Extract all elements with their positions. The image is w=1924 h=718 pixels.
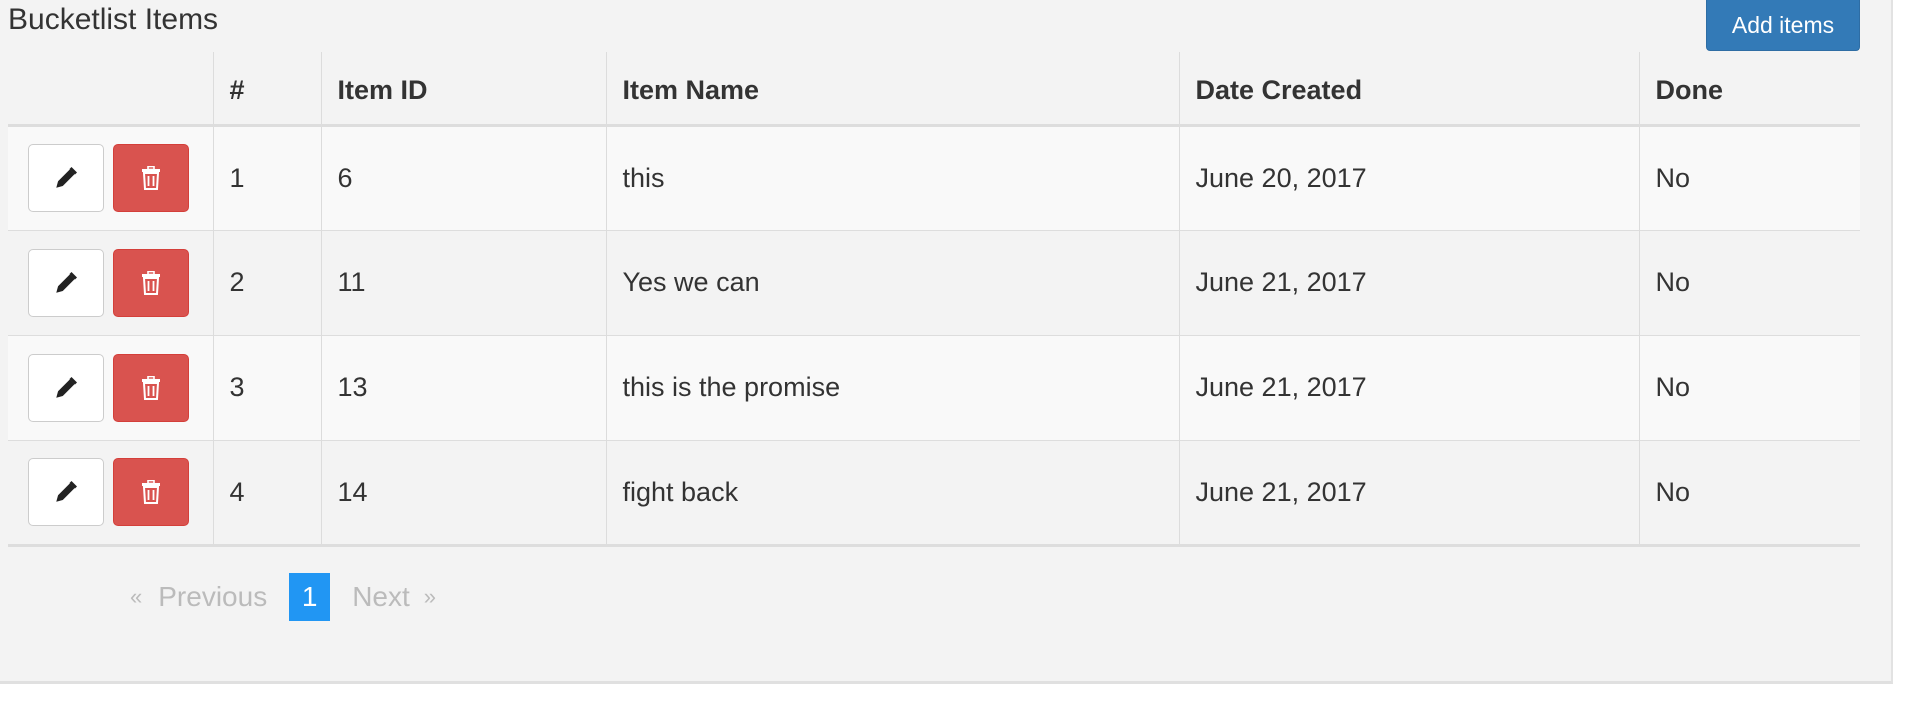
- cell-item-id: 11: [320, 230, 606, 335]
- next-arrow[interactable]: »: [424, 584, 436, 610]
- bucketlist-panel: Bucketlist Items Add items # Item ID Ite…: [0, 0, 1893, 684]
- cell-number: 3: [212, 335, 321, 440]
- edit-button[interactable]: [28, 458, 104, 526]
- cell-item-name: Yes we can: [605, 230, 1179, 335]
- delete-button[interactable]: [113, 144, 189, 212]
- cell-date-created: June 21, 2017: [1178, 230, 1639, 335]
- edit-button[interactable]: [28, 144, 104, 212]
- delete-button[interactable]: [113, 458, 189, 526]
- cell-number: 1: [212, 125, 321, 230]
- cell-date-created: June 21, 2017: [1178, 440, 1639, 545]
- header-done: Done: [1638, 52, 1860, 127]
- bucketlist-table: # Item ID Item Name Date Created Done 1 …: [8, 52, 1860, 547]
- header-item-name: Item Name: [605, 52, 1179, 127]
- edit-button[interactable]: [28, 248, 104, 317]
- trash-icon: [142, 480, 160, 504]
- delete-button[interactable]: [113, 248, 189, 317]
- pencil-icon: [56, 376, 77, 398]
- previous-arrow[interactable]: «: [130, 584, 142, 610]
- cell-item-name: this is the promise: [605, 335, 1179, 440]
- cell-item-id: 14: [320, 440, 606, 545]
- header-number: #: [212, 52, 321, 127]
- pencil-icon: [56, 481, 77, 502]
- table-row: 4 14 fight back June 21, 2017 No: [8, 440, 1860, 545]
- pagination: « Previous 1 Next »: [130, 573, 436, 621]
- header-item-id: Item ID: [320, 52, 606, 127]
- header-actions: [8, 52, 213, 127]
- cell-item-id: 13: [320, 335, 606, 440]
- cell-done: No: [1638, 230, 1860, 335]
- row-actions: [8, 125, 213, 230]
- row-actions: [8, 335, 213, 440]
- cell-item-name: this: [605, 125, 1179, 230]
- cell-done: No: [1638, 440, 1860, 545]
- trash-icon: [142, 375, 160, 400]
- header-date-created: Date Created: [1178, 52, 1639, 127]
- add-items-button[interactable]: Add items: [1706, 0, 1860, 51]
- next-page-link[interactable]: Next: [352, 581, 410, 613]
- row-actions: [8, 440, 213, 545]
- table-row: 3 13 this is the promise June 21, 2017 N…: [8, 335, 1860, 440]
- page-1-button[interactable]: 1: [289, 573, 331, 621]
- row-actions: [8, 230, 213, 335]
- table-header-row: # Item ID Item Name Date Created Done: [8, 52, 1860, 127]
- cell-item-name: fight back: [605, 440, 1179, 545]
- panel-title: Bucketlist Items: [8, 3, 219, 36]
- cell-date-created: June 20, 2017: [1178, 125, 1639, 230]
- trash-icon: [142, 166, 160, 190]
- previous-page-link[interactable]: Previous: [158, 581, 267, 613]
- cell-item-id: 6: [320, 125, 606, 230]
- table-row: 1 6 this June 20, 2017 No: [8, 125, 1860, 230]
- pencil-icon: [56, 271, 77, 293]
- cell-number: 4: [212, 440, 321, 545]
- cell-done: No: [1638, 125, 1860, 230]
- cell-number: 2: [212, 230, 321, 335]
- delete-button[interactable]: [113, 353, 189, 422]
- trash-icon: [142, 270, 160, 295]
- cell-done: No: [1638, 335, 1860, 440]
- table-row: 2 11 Yes we can June 21, 2017 No: [8, 230, 1860, 335]
- pencil-icon: [56, 167, 77, 188]
- edit-button[interactable]: [28, 353, 104, 422]
- cell-date-created: June 21, 2017: [1178, 335, 1639, 440]
